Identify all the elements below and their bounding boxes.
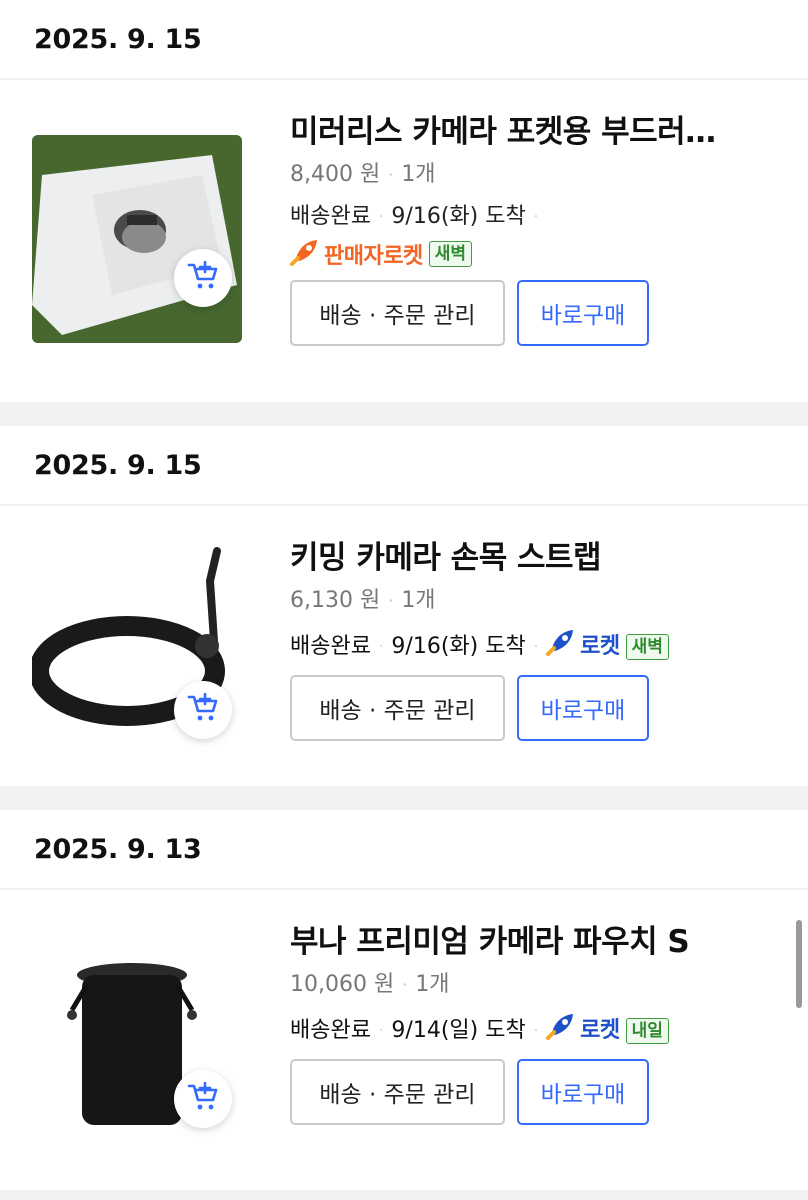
order-item: 키밍 카메라 손목 스트랩 6,130 원 · 1개 배송완료 · 9/16(화… — [0, 506, 808, 786]
product-price: 8,400 원 — [290, 162, 381, 187]
delivery-status: 배송완료 — [290, 1017, 371, 1043]
manage-order-button[interactable]: 배송 · 주문 관리 — [290, 1059, 505, 1125]
buy-now-button[interactable]: 바로구매 — [517, 280, 649, 346]
product-thumbnail-wrap[interactable] — [32, 935, 242, 1143]
product-title[interactable]: 미러리스 카메라 포켓용 부드러… — [290, 110, 768, 154]
rocket-icon — [546, 1012, 576, 1049]
delivery-tag: 내일 — [625, 1017, 669, 1044]
product-thumbnail-wrap[interactable] — [32, 541, 242, 749]
product-quantity: 1개 — [401, 162, 436, 187]
arrival-date: 9/16(화) 도착 — [391, 204, 526, 229]
add-to-cart-button[interactable] — [174, 249, 232, 307]
product-quantity: 1개 — [401, 588, 436, 613]
product-title[interactable]: 키밍 카메라 손목 스트랩 — [290, 536, 768, 580]
product-title[interactable]: 부나 프리미엄 카메라 파우치 S — [290, 920, 768, 964]
arrival-date: 9/16(화) 도착 — [391, 633, 526, 659]
product-image[interactable] — [32, 135, 242, 343]
add-to-cart-button[interactable] — [174, 1070, 232, 1128]
order-card: 2025. 9. 15 미러리스 카메라 포켓용 부드러… 8,400 원 · … — [0, 0, 808, 402]
rocket-icon — [546, 628, 576, 665]
delivery-tag: 새벽 — [428, 241, 472, 267]
add-to-cart-icon — [187, 692, 219, 727]
delivery-badge: 판매자로켓 새벽 — [290, 238, 768, 270]
order-date: 2025. 9. 15 — [0, 0, 808, 80]
product-price: 6,130 원 — [290, 588, 381, 613]
product-price: 10,060 원 — [290, 972, 395, 997]
order-card: 2025. 9. 15 키밍 카메라 손목 스트랩 6,130 원 · 1개 배… — [0, 426, 808, 786]
arrival-date: 9/14(일) 도착 — [391, 1017, 526, 1043]
add-to-cart-icon — [187, 260, 219, 295]
order-date: 2025. 9. 15 — [0, 426, 808, 506]
buy-now-button[interactable]: 바로구매 — [517, 675, 649, 741]
order-date: 2025. 9. 13 — [0, 810, 808, 890]
scrollbar[interactable] — [796, 920, 802, 1008]
add-to-cart-button[interactable] — [174, 681, 232, 739]
delivery-tag: 새벽 — [625, 633, 669, 660]
add-to-cart-icon — [187, 1081, 219, 1116]
badge-label: 판매자로켓 — [324, 244, 423, 269]
product-thumbnail-wrap[interactable] — [32, 135, 242, 343]
delivery-status: 배송완료 — [290, 204, 371, 229]
badge-label: 로켓 — [580, 1017, 620, 1043]
rocket-icon — [290, 238, 320, 270]
product-quantity: 1개 — [415, 972, 450, 997]
order-card: 2025. 9. 13 부나 프리미엄 카메라 파우치 S 10,060 원 ·… — [0, 810, 808, 1190]
manage-order-button[interactable]: 배송 · 주문 관리 — [290, 675, 505, 741]
order-item: 미러리스 카메라 포켓용 부드러… 8,400 원 · 1개 배송완료 · 9/… — [0, 80, 808, 402]
buy-now-button[interactable]: 바로구매 — [517, 1059, 649, 1125]
order-item: 부나 프리미엄 카메라 파우치 S 10,060 원 · 1개 배송완료 · 9… — [0, 890, 808, 1190]
badge-label: 로켓 — [580, 633, 620, 659]
manage-order-button[interactable]: 배송 · 주문 관리 — [290, 280, 505, 346]
delivery-status: 배송완료 — [290, 633, 371, 659]
